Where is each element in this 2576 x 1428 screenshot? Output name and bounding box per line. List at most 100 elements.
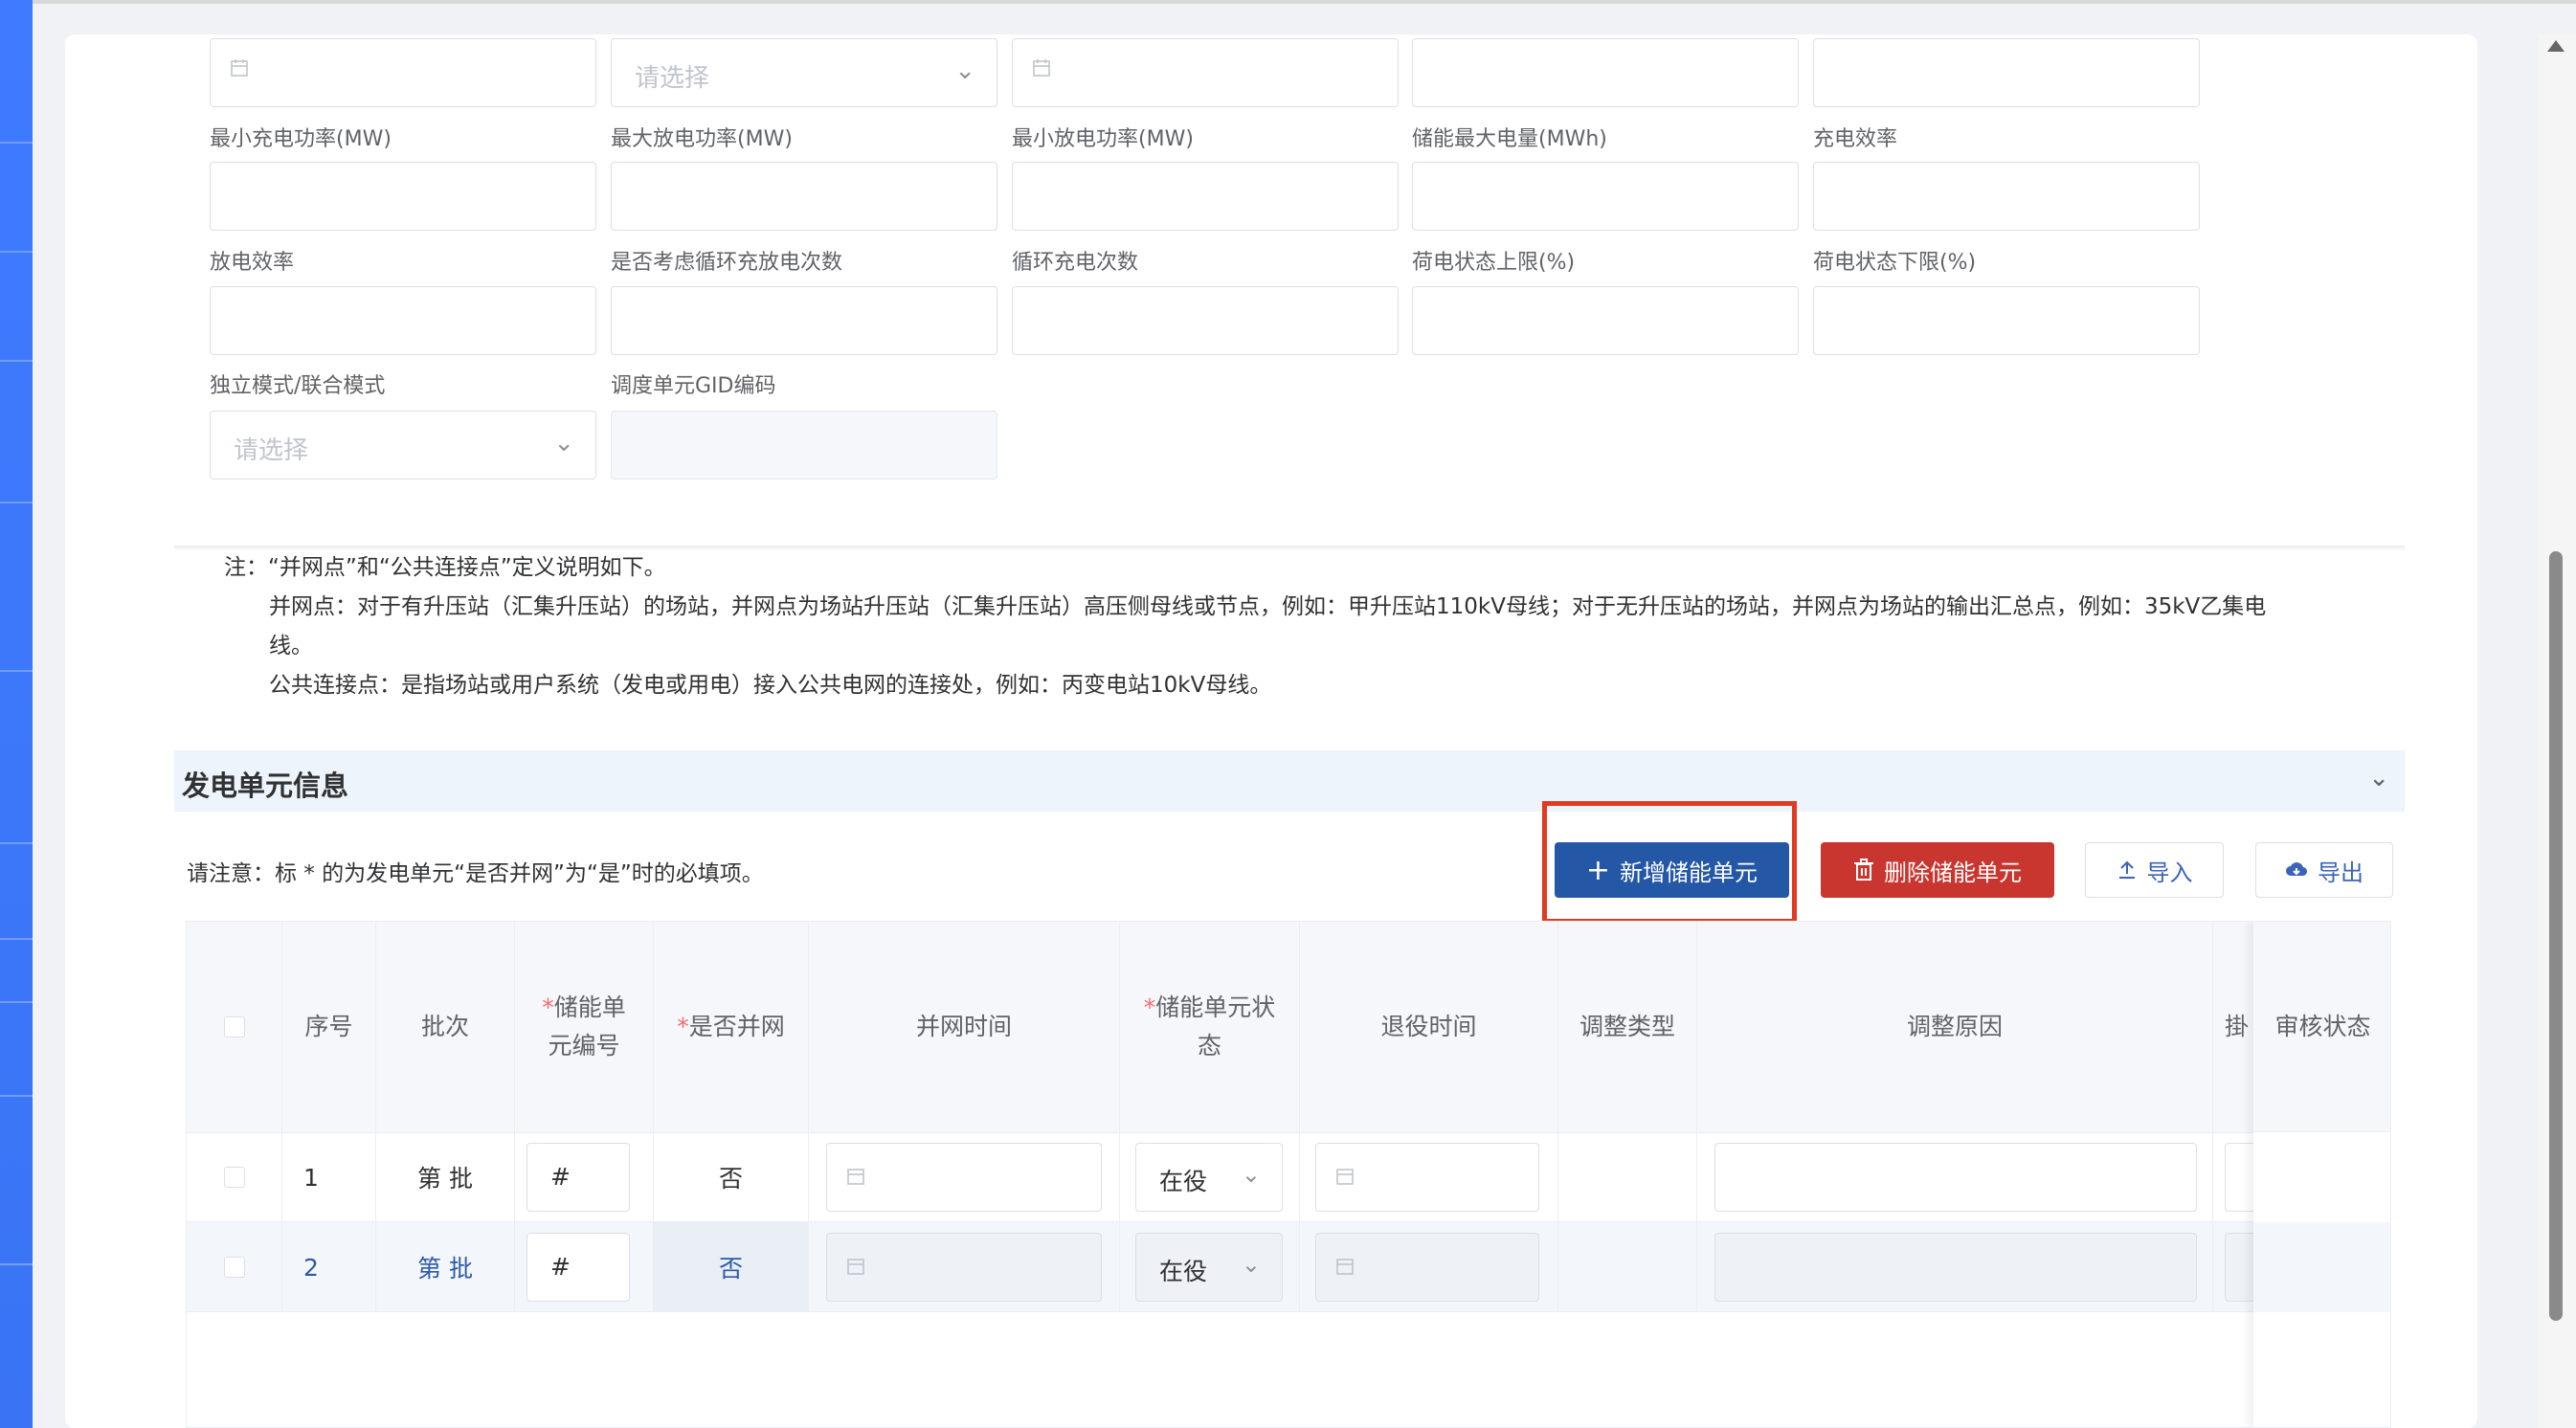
chevron-down-icon: ⌄ [553, 429, 574, 457]
row-grid-time-cell [809, 1132, 1120, 1222]
row-status-cell: 在役 ⌄ [1120, 1132, 1300, 1222]
adjust-reason-input[interactable] [1714, 1233, 2197, 1302]
date-input[interactable] [210, 38, 596, 107]
text-input[interactable] [1412, 38, 1799, 107]
storage-unit-table: 序号 批次 *储能单 元编号 *是否并网 并网时间 *储能单元状态 退役时间 调整… [186, 921, 2391, 1428]
export-button-label: 导出 [2318, 859, 2363, 886]
col-adjust-reason: 调整原因 [1697, 922, 2213, 1132]
export-button[interactable]: 导出 [2255, 842, 2393, 898]
col-unit-status: *储能单元状态 [1120, 922, 1300, 1132]
date-input[interactable] [1012, 38, 1399, 107]
scroll-up-arrow-icon[interactable] [2547, 40, 2565, 52]
section-title: 发电单元信息 [182, 770, 349, 802]
unit-no-value: # [550, 1253, 571, 1281]
status-select[interactable]: 在役 ⌄ [1135, 1233, 1283, 1302]
row-batch: 第 批 [376, 1222, 515, 1312]
trash-icon [1854, 859, 1873, 881]
min-charge-power-input[interactable] [210, 162, 596, 231]
adjust-reason-input[interactable] [1714, 1143, 2197, 1212]
grid-time-input[interactable] [826, 1143, 1102, 1212]
upload-icon [2118, 860, 2135, 879]
audit-status-cell [2253, 1222, 2390, 1312]
delete-button-label: 删除储能单元 [1884, 859, 2022, 886]
side-nav-strip [0, 0, 33, 1428]
row-adjust-type [1558, 1132, 1697, 1222]
grid-time-input[interactable] [826, 1233, 1102, 1302]
row-select-cell[interactable] [187, 1132, 282, 1222]
col-audit-status: 审核状态 [2253, 922, 2390, 1132]
add-button-label: 新增储能单元 [1620, 859, 1758, 886]
status-select[interactable]: 在役 ⌄ [1135, 1143, 1283, 1212]
status-value: 在役 [1159, 1168, 1208, 1195]
field-label: 最大放电功率(MW) [611, 127, 793, 151]
charge-efficiency-input[interactable] [1813, 162, 2200, 231]
row-grid-time-cell [809, 1222, 1120, 1312]
field-label: 荷电状态上限(%) [1412, 251, 1576, 275]
col-status-line2: 态 [1197, 1032, 1221, 1060]
row-select-cell[interactable] [187, 1222, 282, 1312]
retire-time-input[interactable] [1315, 1143, 1539, 1212]
cycle-consideration-input[interactable] [611, 286, 997, 355]
select-placeholder: 请选择 [234, 436, 309, 465]
section-header[interactable]: 发电单元信息 ⌄ [174, 750, 2405, 812]
chevron-down-icon[interactable]: ⌄ [2368, 764, 2389, 792]
col-grid-time: 并网时间 [809, 922, 1120, 1132]
delete-storage-unit-button[interactable]: 删除储能单元 [1821, 842, 2054, 898]
table-header: 序号 批次 *储能单 元编号 *是否并网 并网时间 *储能单元状态 退役时间 调整… [187, 922, 2390, 1133]
chevron-down-icon: ⌄ [954, 56, 975, 85]
max-discharge-power-input[interactable] [611, 162, 997, 231]
col-unit-no-line1: 储能单 [553, 993, 626, 1021]
col-grid-label: 是否并网 [688, 1013, 785, 1040]
field-label: 调度单元GID编码 [611, 374, 776, 398]
col-adjust-type: 调整类型 [1558, 922, 1697, 1132]
soc-upper-input[interactable] [1412, 286, 1799, 355]
required-hint: 请注意：标 * 的为发电单元“是否并网”为“是”时的必填项。 [187, 861, 764, 886]
text-input[interactable] [1813, 38, 2200, 107]
unit-no-value: # [550, 1163, 571, 1191]
col-index: 序号 [282, 922, 376, 1132]
chevron-down-icon: ⌄ [1241, 1251, 1261, 1278]
scrollbar-thumb[interactable] [2549, 551, 2563, 1321]
row-checkbox[interactable] [223, 1167, 245, 1188]
col-retire-time: 退役时间 [1300, 922, 1558, 1132]
dispatch-gid-input [611, 411, 997, 480]
row-batch: 第 批 [376, 1132, 515, 1222]
min-discharge-power-input[interactable] [1012, 162, 1399, 231]
form-divider [174, 546, 2405, 551]
mode-select[interactable]: 请选择 ⌄ [210, 411, 596, 480]
field-label: 是否考虑循环充放电次数 [611, 251, 843, 275]
row-index: 1 [282, 1132, 376, 1222]
table-row: 1 第 批 # 否 在役 ⌄ [187, 1132, 2390, 1222]
field-label: 储能最大电量(MWh) [1412, 127, 1607, 151]
discharge-efficiency-input[interactable] [210, 286, 596, 355]
row-unit-no-cell: # [515, 1132, 654, 1222]
select-all-checkbox[interactable] [223, 1016, 245, 1038]
calendar-icon [1033, 59, 1050, 77]
field-label: 独立模式/联合模式 [210, 374, 386, 398]
unit-no-input[interactable]: # [526, 1143, 630, 1212]
retire-time-input[interactable] [1315, 1233, 1539, 1302]
field-label: 放电效率 [210, 251, 295, 275]
import-button[interactable]: 导入 [2085, 842, 2224, 898]
max-storage-capacity-input[interactable] [1412, 162, 1799, 231]
col-unit-no: *储能单 元编号 [515, 922, 654, 1132]
row-retire-time-cell [1300, 1222, 1558, 1312]
field-label: 最小放电功率(MW) [1012, 127, 1194, 151]
fixed-right-column: 审核状态 [2253, 922, 2390, 1427]
select-field[interactable]: 请选择 ⌄ [611, 38, 997, 107]
field-label: 充电效率 [1813, 127, 1898, 151]
add-storage-unit-button[interactable]: + 新增储能单元 [1555, 842, 1789, 898]
unit-no-input[interactable]: # [526, 1233, 630, 1302]
soc-lower-input[interactable] [1813, 286, 2200, 355]
row-checkbox[interactable] [223, 1257, 245, 1278]
row-adjust-reason-cell [1697, 1132, 2213, 1222]
row-unit-no-cell: # [515, 1222, 654, 1312]
calendar-icon [847, 1259, 864, 1275]
cycle-count-input[interactable] [1012, 286, 1399, 355]
select-all-cell[interactable] [187, 922, 282, 1132]
note-grid-point-cont: 线。 [269, 634, 313, 658]
cloud-download-icon [2286, 862, 2308, 877]
row-grid: 否 [654, 1222, 809, 1312]
col-unit-no-line2: 元编号 [548, 1032, 620, 1060]
calendar-icon [847, 1169, 864, 1185]
